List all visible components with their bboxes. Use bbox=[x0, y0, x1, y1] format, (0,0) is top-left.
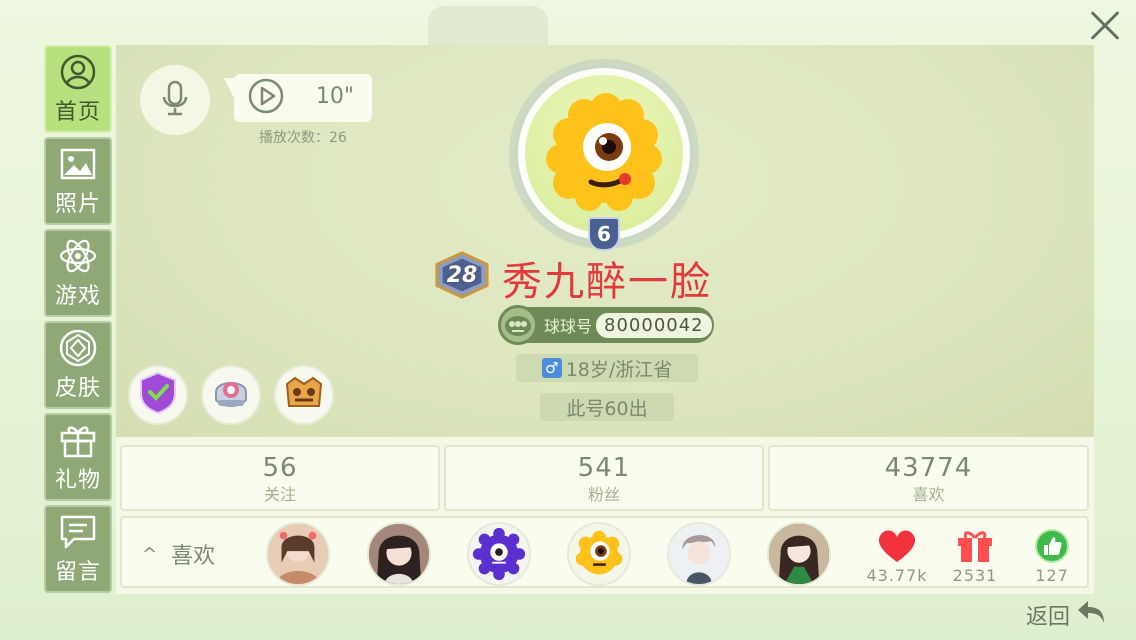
liker-avatar[interactable] bbox=[667, 522, 731, 586]
purple-shield-medal-icon bbox=[135, 370, 181, 420]
thumbs-reward[interactable]: 127 bbox=[1017, 526, 1087, 585]
voice-message-player[interactable]: 10" bbox=[224, 74, 372, 122]
liker-avatar[interactable] bbox=[367, 522, 431, 586]
liker-avatar[interactable] bbox=[266, 522, 330, 586]
sidebar-item-label: 留言 bbox=[54, 560, 101, 585]
stat-value: 56 bbox=[262, 453, 298, 483]
heart-icon bbox=[862, 526, 932, 566]
male-icon: ♂ bbox=[541, 358, 562, 378]
nickname: 秀九醉一脸 bbox=[502, 259, 712, 305]
user-id-value: 80000042 bbox=[596, 312, 712, 338]
stat-label: 喜欢 bbox=[912, 485, 945, 504]
sidebar-item-messages[interactable]: 留言 bbox=[44, 505, 112, 593]
liker-avatar[interactable] bbox=[767, 522, 831, 586]
stat-fans[interactable]: 541 粉丝 bbox=[444, 445, 764, 511]
like-reward[interactable]: 43.77k bbox=[862, 526, 932, 585]
profile-header: 10" 播放次数：26 6 28 秀九醉一脸 球球号 80000042 ♂ 18… bbox=[116, 45, 1094, 437]
gem-icon bbox=[58, 328, 98, 368]
gold-crown-medal-icon bbox=[281, 370, 327, 420]
chevron-up-icon: ^ bbox=[142, 543, 158, 565]
profile-panel: 10" 播放次数：26 6 28 秀九醉一脸 球球号 80000042 ♂ 18… bbox=[116, 45, 1094, 594]
voice-duration: 10" bbox=[315, 84, 354, 109]
stats-section: 56 关注 541 粉丝 43774 喜欢 ^ 喜欢 43.77k 2531 1… bbox=[116, 437, 1094, 594]
stat-label: 粉丝 bbox=[587, 485, 620, 504]
signature-text: 此号60出 bbox=[566, 397, 648, 420]
mascot-icon bbox=[498, 305, 538, 345]
sidebar: 首页 照片 游戏 皮肤 礼物 留言 bbox=[44, 45, 112, 597]
play-count: 播放次数：26 bbox=[259, 130, 347, 146]
stat-value: 541 bbox=[577, 453, 631, 483]
sidebar-item-label: 照片 bbox=[54, 192, 101, 217]
liker-avatar[interactable] bbox=[467, 522, 531, 586]
reward-value: 2531 bbox=[952, 566, 998, 585]
sidebar-item-games[interactable]: 游戏 bbox=[44, 229, 112, 317]
gift-icon bbox=[58, 420, 98, 460]
microphone-icon bbox=[159, 79, 191, 121]
liker-avatar[interactable] bbox=[567, 522, 631, 586]
atom-icon bbox=[58, 236, 98, 276]
likes-title: 喜欢 bbox=[171, 544, 216, 569]
level-badge: 6 bbox=[588, 217, 620, 251]
medal-2[interactable] bbox=[201, 365, 261, 425]
user-id-pill: 球球号 80000042 bbox=[498, 305, 714, 345]
stat-value: 43774 bbox=[884, 453, 973, 483]
medal-3[interactable] bbox=[274, 365, 334, 425]
sidebar-item-home[interactable]: 首页 bbox=[44, 45, 112, 133]
sidebar-item-photos[interactable]: 照片 bbox=[44, 137, 112, 225]
user-icon bbox=[58, 52, 98, 92]
medal-1[interactable] bbox=[128, 365, 188, 425]
rank-badge: 28 bbox=[434, 251, 490, 299]
sidebar-item-label: 皮肤 bbox=[54, 376, 101, 401]
voice-record-button[interactable] bbox=[140, 65, 210, 135]
play-icon bbox=[248, 78, 284, 118]
reward-value: 43.77k bbox=[866, 566, 928, 585]
silver-medal-icon bbox=[208, 370, 254, 420]
stat-following[interactable]: 56 关注 bbox=[120, 445, 440, 511]
stat-likes[interactable]: 43774 喜欢 bbox=[768, 445, 1089, 511]
sidebar-item-gifts[interactable]: 礼物 bbox=[44, 413, 112, 501]
back-label: 返回 bbox=[1026, 605, 1071, 630]
thumbs-up-icon bbox=[1017, 526, 1087, 566]
age-location-text: 18岁/浙江省 bbox=[565, 358, 673, 381]
gift-reward[interactable]: 2531 bbox=[940, 526, 1010, 585]
age-location: ♂ 18岁/浙江省 bbox=[516, 354, 698, 382]
gift-box-icon bbox=[940, 526, 1010, 566]
message-icon bbox=[58, 512, 98, 552]
sidebar-item-label: 礼物 bbox=[54, 468, 101, 493]
back-button[interactable]: 返回 bbox=[996, 590, 1136, 640]
sidebar-item-skins[interactable]: 皮肤 bbox=[44, 321, 112, 409]
likes-row: ^ 喜欢 43.77k 2531 127 bbox=[120, 516, 1089, 588]
stat-label: 关注 bbox=[263, 485, 296, 504]
user-id-label: 球球号 bbox=[544, 317, 593, 336]
sidebar-item-label: 首页 bbox=[54, 100, 101, 125]
avatar-image bbox=[525, 75, 683, 233]
sidebar-item-label: 游戏 bbox=[54, 284, 101, 309]
signature: 此号60出 bbox=[540, 393, 674, 421]
likes-toggle[interactable]: ^ 喜欢 bbox=[142, 538, 215, 570]
undo-arrow-icon bbox=[1074, 597, 1108, 633]
reward-value: 127 bbox=[1035, 566, 1069, 585]
photo-icon bbox=[58, 144, 98, 184]
rank-number: 28 bbox=[446, 262, 478, 288]
